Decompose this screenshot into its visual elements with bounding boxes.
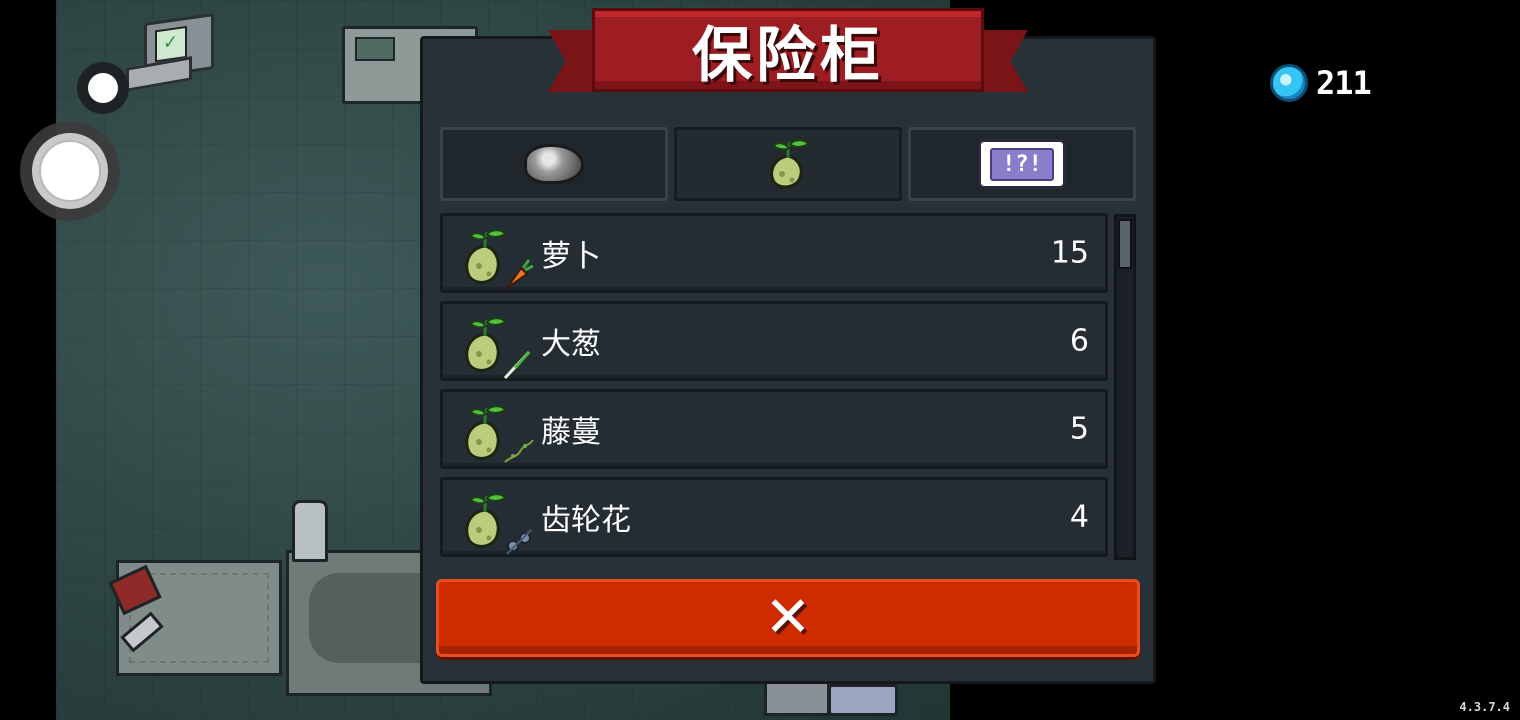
- seed-icon: [760, 136, 816, 192]
- ticket-icon: !?!: [978, 139, 1066, 189]
- tab-tickets[interactable]: !?!: [908, 127, 1136, 201]
- ribbon-center: 保险柜: [592, 8, 984, 92]
- category-tabs: !?!: [440, 127, 1136, 201]
- item-name: 齿轮花: [541, 503, 631, 538]
- item-name: 大葱: [541, 327, 601, 362]
- scrollbar-thumb[interactable]: [1118, 219, 1132, 269]
- item-count: 6: [1069, 323, 1089, 359]
- ticket-label: !?!: [990, 147, 1054, 181]
- carrot-seed-icon: [455, 224, 539, 294]
- list-item[interactable]: 大葱 6: [440, 301, 1108, 381]
- gas-tank-prop: [292, 500, 328, 562]
- gem-icon: [1270, 64, 1308, 102]
- version-label: 4.3.7.4: [1459, 700, 1510, 714]
- item-count: 15: [1050, 235, 1089, 271]
- item-name: 萝卜: [541, 239, 601, 274]
- item-list[interactable]: 萝卜 15 大葱 6 藤蔓 5 齿轮花 4: [440, 213, 1108, 563]
- list-item[interactable]: 齿轮花 4: [440, 477, 1108, 557]
- panel-title: 保险柜: [692, 20, 884, 91]
- device-prop: [764, 680, 830, 716]
- list-item[interactable]: 萝卜 15: [440, 213, 1108, 293]
- close-button[interactable]: ✕: [436, 579, 1140, 657]
- gear-flower-seed-icon: [455, 488, 539, 558]
- gem-counter: 211: [1270, 64, 1372, 102]
- joystick-ring: [32, 133, 108, 209]
- joystick-knob[interactable]: [39, 140, 101, 202]
- close-icon: ✕: [764, 585, 812, 650]
- title-banner: 保险柜: [548, 8, 1028, 104]
- tab-seeds[interactable]: [674, 127, 902, 201]
- small-joystick-button[interactable]: [77, 62, 129, 114]
- vine-seed-icon: [455, 400, 539, 470]
- gem-count: 211: [1316, 64, 1372, 102]
- scallion-seed-icon: [455, 312, 539, 382]
- item-count: 4: [1069, 499, 1089, 535]
- list-item[interactable]: 藤蔓 5: [440, 389, 1108, 469]
- item-count: 5: [1069, 411, 1089, 447]
- item-name: 藤蔓: [541, 415, 601, 450]
- list-scrollbar[interactable]: [1114, 214, 1136, 560]
- movement-joystick[interactable]: [20, 121, 120, 221]
- tab-ore[interactable]: [440, 127, 668, 201]
- crate-prop: [828, 684, 898, 716]
- ore-icon: [524, 144, 584, 184]
